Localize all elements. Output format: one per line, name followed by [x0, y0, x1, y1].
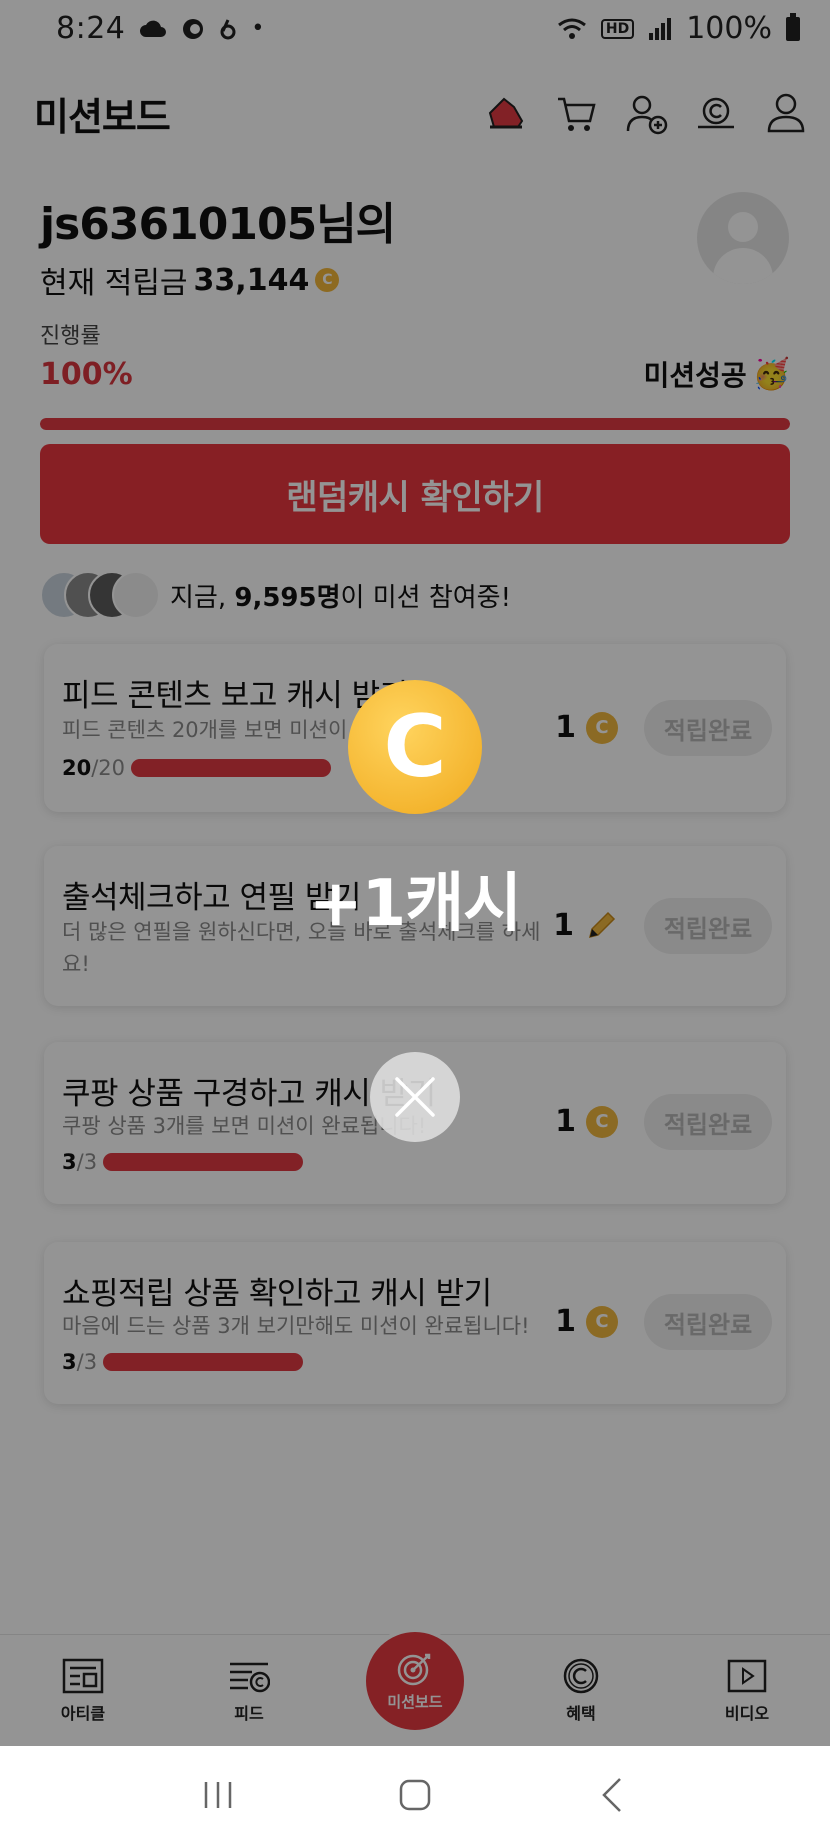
close-button[interactable]	[370, 1052, 460, 1142]
close-icon	[395, 1077, 435, 1117]
back-icon	[601, 1778, 621, 1812]
system-nav-bar	[0, 1746, 830, 1844]
home-icon	[399, 1779, 431, 1811]
home-button[interactable]	[385, 1765, 445, 1825]
recent-apps-icon	[205, 1782, 232, 1808]
reward-popup-text: +1캐시	[309, 867, 522, 941]
back-button[interactable]	[582, 1765, 642, 1825]
reward-coin-icon: C	[348, 680, 482, 814]
recent-apps-button[interactable]	[188, 1765, 248, 1825]
